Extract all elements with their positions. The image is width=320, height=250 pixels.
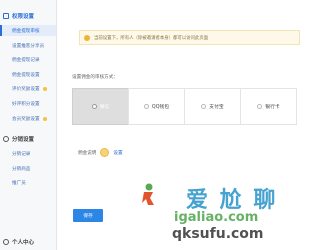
sidebar-item-review-reward[interactable]: 评价奖励设置 — [0, 83, 56, 94]
sidebar-item-label: 评价奖励设置 — [12, 86, 40, 92]
option-bank-card[interactable]: 银行卡 — [240, 88, 297, 125]
section-distribution-title: 分销设置 — [12, 136, 35, 143]
field-label: 佣金说明 — [78, 150, 97, 156]
option-alipay[interactable]: 支付宝 — [184, 88, 241, 125]
sidebar: 权限设置 佣金提现审核 设置推客分享员 佣金提现记录 佣金提现设置 评价奖励设置… — [0, 0, 57, 250]
radio-icon — [91, 104, 97, 109]
sidebar-item-label: 佣金提现设置 — [12, 72, 40, 78]
sidebar-item-points[interactable]: 好评积分设置 — [0, 98, 56, 109]
option-wechat[interactable]: 微信 — [72, 88, 129, 125]
option-label: 支付宝 — [209, 105, 224, 110]
sidebar-item-label: 佣金提现记录 — [12, 57, 40, 63]
radio-icon — [201, 104, 207, 109]
sidebar-item-withdraw-settings[interactable]: 佣金提现设置 — [0, 69, 56, 80]
option-label: 微信 — [99, 105, 110, 110]
sidebar-item-dist-record[interactable]: 分销记录 — [0, 148, 56, 159]
watermark-url-igaliao: igaliao.com — [174, 210, 259, 225]
sidebar-item-label: 推广员 — [12, 180, 26, 186]
warning-icon — [84, 34, 90, 41]
notice-text: 当前设置下，所有人（除被邀请者本身）都可以访问此页面 — [94, 35, 209, 41]
watermark-url-qksufu: qksufu.com — [172, 226, 264, 242]
share-icon — [3, 135, 9, 142]
option-qq-wallet[interactable]: QQ钱包 — [128, 88, 185, 125]
sidebar-item-withdraw-review[interactable]: 佣金提现审核 — [0, 25, 56, 36]
section-profile-title: 个人中心 — [12, 239, 35, 246]
sidebar-item-label: 分销记录 — [12, 151, 31, 157]
avatar[interactable] — [100, 148, 110, 157]
notice-banner: 当前设置下，所有人（除被邀请者本身）都可以访问此页面 — [79, 30, 300, 45]
user-icon — [3, 238, 9, 245]
option-label: QQ钱包 — [151, 105, 170, 110]
settings-icon — [3, 12, 9, 19]
section-permissions-header[interactable]: 权限设置 — [3, 11, 34, 20]
sidebar-item-member-reward[interactable]: 会员奖励设置 — [0, 113, 56, 124]
review-method-options: 微信 QQ钱包 支付宝 银行卡 — [72, 88, 297, 125]
watermark-logo-icon — [142, 183, 154, 205]
sidebar-item-label: 好评积分设置 — [12, 101, 40, 107]
section-profile-header[interactable]: 个人中心 — [3, 237, 34, 246]
lightbulb-icon — [42, 86, 47, 91]
radio-icon — [257, 104, 263, 109]
sidebar-item-label: 设置推客分享员 — [12, 43, 45, 49]
sidebar-item-withdraw-record[interactable]: 佣金提现记录 — [0, 54, 56, 65]
lightbulb-icon — [42, 116, 47, 121]
section-distribution-header[interactable]: 分销设置 — [3, 134, 34, 143]
section-permissions-title: 权限设置 — [12, 13, 35, 20]
save-button[interactable]: 保存 — [73, 209, 103, 222]
sidebar-item-promoter[interactable]: 推广员 — [0, 177, 56, 188]
option-label: 银行卡 — [265, 105, 280, 110]
commission-note-field: 佣金说明 设置 — [78, 148, 123, 157]
sidebar-item-label: 分销商品 — [12, 166, 31, 172]
field-settings-link[interactable]: 设置 — [113, 150, 122, 156]
radio-icon — [143, 104, 149, 109]
sidebar-item-label: 佣金提现审核 — [12, 28, 40, 34]
sidebar-item-label: 会员奖励设置 — [12, 116, 40, 122]
sidebar-item-dist-goods[interactable]: 分销商品 — [0, 163, 56, 174]
review-method-prompt: 设置佣金的审核方式： — [72, 75, 118, 80]
sidebar-item-sharer[interactable]: 设置推客分享员 — [0, 40, 56, 51]
